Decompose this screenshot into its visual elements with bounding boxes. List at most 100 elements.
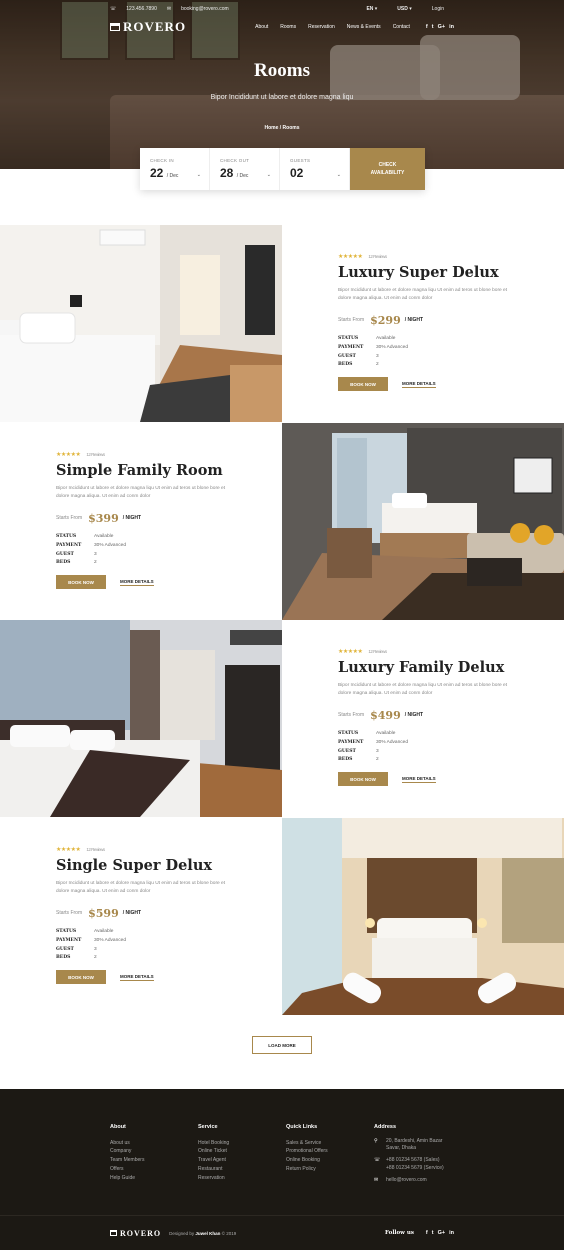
room-description: Bipor Incididunt ut labore et dolore mag… (56, 881, 226, 895)
spec-label: STATUS (56, 928, 77, 934)
footer-link[interactable]: Travel Agent (198, 1156, 229, 1165)
mail-icon: ✉ (374, 1176, 379, 1183)
mail-icon: ✉ (166, 6, 172, 12)
check-availability-button[interactable]: CHECK AVAILABILITY (350, 148, 425, 190)
room-title[interactable]: Simple Family Room (56, 462, 282, 479)
google-plus-icon[interactable]: G+ (438, 24, 446, 30)
nav-news-events[interactable]: News & Events (347, 24, 381, 30)
room-description: Bipor Incididunt ut labore et dolore mag… (56, 486, 226, 500)
price-prefix: Starts From (56, 910, 83, 917)
more-details-link[interactable]: MORE DETAILS (120, 974, 154, 981)
price-unit: / NIGHT (122, 515, 142, 522)
phone-number[interactable]: 123.456.7890 (126, 6, 157, 12)
price-unit: / NIGHT (404, 712, 424, 719)
currency-select[interactable]: USD ▾ (397, 6, 421, 12)
footer-link[interactable]: Restaurant (198, 1165, 229, 1174)
chevron-down-icon[interactable]: ⌄ (197, 172, 201, 178)
load-more-button[interactable]: LOAD MORE (252, 1036, 312, 1054)
chevron-down-icon: ▾ (409, 6, 412, 12)
footer-link[interactable]: Online Booking (286, 1156, 328, 1165)
check-out-month: / Dec (236, 173, 249, 179)
book-now-button[interactable]: BOOK NOW (338, 377, 388, 392)
spec-label: GUEST (338, 748, 356, 754)
more-details-link[interactable]: MORE DETAILS (402, 381, 436, 388)
twitter-icon[interactable]: t (432, 1230, 434, 1236)
nav-contact[interactable]: Contact (393, 24, 410, 30)
footer-address: Address ⚲ 20, Bardeshi, Amin Bazar Savar, … (374, 1123, 444, 1188)
footer-link[interactable]: Promotional Offers (286, 1147, 328, 1156)
room-card: ★★★★★ 12 Reviews Luxury Super Delux Bipor… (0, 225, 564, 422)
address-line: Savar, Dhaka (386, 1145, 417, 1152)
phone-line[interactable]: +88 01234 5679 (Service) (386, 1165, 444, 1171)
spec-label: BEDS (56, 560, 71, 566)
review-count: 12 Reviews (368, 649, 387, 654)
chevron-down-icon[interactable]: ⌄ (337, 172, 341, 178)
nav-reservation[interactable]: Reservation (308, 24, 335, 30)
room-title[interactable]: Luxury Family Delux (338, 659, 564, 676)
email-link[interactable]: booking@rovero.com (181, 6, 229, 12)
room-info: ★★★★★ 12 Reviews Luxury Family Delux Bipo… (282, 620, 564, 817)
brand-logo[interactable]: ROVERO (110, 19, 186, 35)
room-image[interactable] (0, 620, 282, 817)
room-info: ★★★★★ 12 Reviews Simple Family Room Bipor… (0, 423, 282, 620)
book-now-button[interactable]: BOOK NOW (56, 575, 106, 590)
footer-link[interactable]: Online Ticket (198, 1147, 229, 1156)
rating-stars: ★★★★★ 12 Reviews (56, 847, 105, 853)
footer-link[interactable]: Offers (110, 1165, 144, 1174)
designer-name[interactable]: Juwel Khan (195, 1231, 220, 1236)
footer-email[interactable]: hello@rovero.com (386, 1177, 427, 1185)
nav-rooms[interactable]: Rooms (280, 24, 296, 30)
spec-value: 2 (376, 757, 379, 763)
phone-line[interactable]: +88 01234 5678 (Sales) (386, 1157, 440, 1163)
footer-link[interactable]: About us (110, 1139, 144, 1148)
linkedin-icon[interactable]: in (449, 24, 454, 30)
footer-service: Service Hotel Booking Online Ticket Trav… (198, 1123, 229, 1182)
spec-value: 2 (376, 362, 379, 368)
chevron-down-icon[interactable]: ⌄ (267, 172, 271, 178)
more-details-link[interactable]: MORE DETAILS (402, 776, 436, 783)
room-title[interactable]: Luxury Super Delux (338, 264, 564, 281)
facebook-icon[interactable]: f (426, 24, 428, 30)
breadcrumb[interactable]: Home / Rooms (0, 125, 564, 131)
login-link[interactable]: Login (432, 6, 444, 12)
spec-label: BEDS (338, 757, 353, 763)
book-now-button[interactable]: BOOK NOW (56, 970, 106, 985)
room-price: Starts From $499/ NIGHT (338, 709, 564, 722)
spec-label: PAYMENT (338, 739, 364, 745)
nav-about[interactable]: About (255, 24, 268, 30)
book-now-button[interactable]: BOOK NOW (338, 772, 388, 787)
guests-label: GUESTS (290, 158, 311, 163)
check-in-label: CHECK IN (150, 158, 174, 163)
more-details-link[interactable]: MORE DETAILS (120, 579, 154, 586)
spec-label: STATUS (338, 730, 359, 736)
twitter-icon[interactable]: t (432, 24, 434, 30)
footer-link[interactable]: Hotel Booking (198, 1139, 229, 1148)
footer-link[interactable]: Help Guide (110, 1174, 144, 1183)
guests-field[interactable]: GUESTS 02 ⌄ (280, 148, 350, 190)
room-title[interactable]: Single Super Delux (56, 857, 282, 874)
footer-about: About About us Company Team Members Offe… (110, 1123, 144, 1182)
google-plus-icon[interactable]: G+ (438, 1230, 446, 1236)
credit-prefix: Designed by (169, 1230, 195, 1236)
check-out-field[interactable]: CHECK OUT 28 / Dec ⌄ (210, 148, 280, 190)
room-image[interactable] (0, 225, 282, 422)
footer-link[interactable]: Company (110, 1147, 144, 1156)
room-image[interactable] (282, 423, 564, 620)
check-in-field[interactable]: CHECK IN 22 / Dec ⌄ (140, 148, 210, 190)
check-in-month: / Dec (166, 173, 179, 179)
facebook-icon[interactable]: f (426, 1230, 428, 1236)
spec-value: Available (376, 335, 396, 341)
brand-name: ROVERO (120, 1228, 162, 1238)
copyright-year: © 2019 (221, 1230, 237, 1236)
footer-link[interactable]: Return Policy (286, 1165, 328, 1174)
footer-link[interactable]: Team Members (110, 1156, 144, 1165)
room-image[interactable] (282, 818, 564, 1015)
brand-name: ROVERO (123, 19, 187, 34)
footer-link[interactable]: Reservation (198, 1174, 229, 1183)
linkedin-icon[interactable]: in (449, 1230, 454, 1236)
footer-logo[interactable]: ROVERO (110, 1229, 161, 1238)
spec-value: 3 (94, 946, 97, 952)
language-select[interactable]: EN ▾ (366, 6, 387, 12)
logo-icon (110, 1230, 117, 1236)
footer-link[interactable]: Sales & Service (286, 1139, 328, 1148)
